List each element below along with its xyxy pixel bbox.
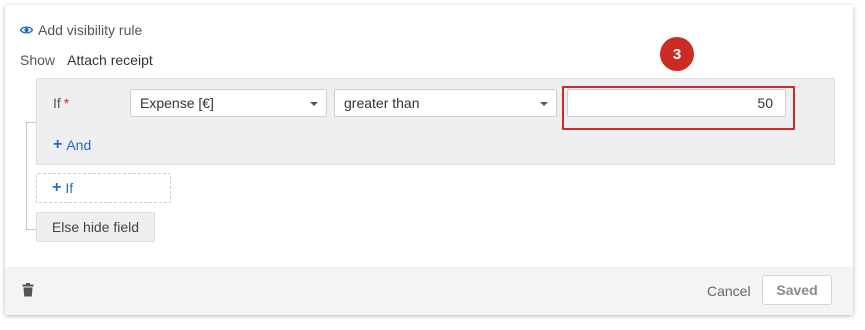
if-text: If — [53, 95, 61, 111]
operator-select-value: greater than — [344, 95, 420, 111]
add-and-button[interactable]: + And — [53, 136, 92, 154]
show-label: Show — [20, 52, 56, 68]
add-if-button[interactable]: + If — [36, 173, 171, 203]
field-select-value: Expense [€] — [140, 95, 214, 111]
if-label: If * — [53, 95, 69, 111]
add-visibility-rule-label: Add visibility rule — [38, 22, 143, 38]
value-input[interactable] — [567, 89, 786, 117]
add-and-label: And — [66, 137, 92, 153]
eye-icon — [20, 25, 33, 35]
add-if-label: If — [65, 180, 74, 196]
saved-button[interactable]: Saved — [762, 275, 832, 305]
visibility-rule-card: Add visibility rule Show Attach receipt … — [5, 5, 853, 315]
trash-icon[interactable] — [22, 283, 34, 302]
operator-select[interactable]: greater than — [334, 89, 557, 117]
cancel-button[interactable]: Cancel — [707, 283, 751, 299]
step-badge: 3 — [660, 37, 694, 71]
field-select[interactable]: Expense [€] — [130, 89, 327, 117]
card-footer: Cancel Saved — [5, 267, 853, 315]
condition-block: If* Expense [€] greater than + And — [36, 78, 835, 165]
plus-icon: + — [52, 179, 62, 196]
chevron-down-icon — [310, 102, 318, 106]
chevron-down-icon — [540, 102, 548, 106]
plus-icon: + — [53, 136, 63, 153]
required-marker: * — [63, 95, 70, 111]
target-field-name: Attach receipt — [67, 52, 153, 68]
add-visibility-rule-link[interactable]: Add visibility rule — [20, 22, 142, 38]
else-hide-field-button[interactable]: Else hide field — [36, 212, 155, 242]
show-row: Show Attach receipt — [20, 52, 153, 68]
